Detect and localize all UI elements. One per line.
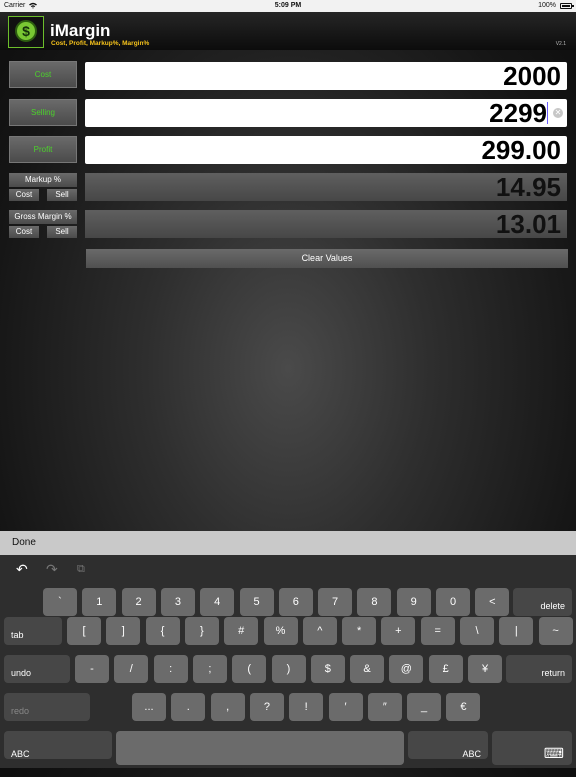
redo-key[interactable]: redo	[4, 693, 90, 721]
key[interactable]: 0	[436, 588, 470, 616]
abc-key-left[interactable]: ABC	[4, 731, 112, 759]
key[interactable]: |	[499, 617, 534, 645]
abc-key-right[interactable]: ABC	[408, 731, 488, 759]
markup-group: Markup % Cost Sell	[9, 173, 77, 203]
profit-button[interactable]: Profit	[9, 136, 77, 163]
selling-field-value: 2299	[489, 98, 547, 128]
app-logo: $	[8, 16, 44, 48]
key[interactable]: !	[289, 693, 324, 721]
space-key[interactable]	[116, 731, 404, 765]
key[interactable]: ′	[328, 693, 363, 721]
hide-keyboard-icon[interactable]: ⌨	[492, 731, 572, 765]
undo-icon[interactable]: ↶	[16, 561, 28, 578]
selling-field[interactable]: 2299 ✕	[85, 99, 567, 127]
status-bar: Carrier 5:09 PM 100%	[0, 0, 576, 12]
markup-sell-button[interactable]: Sell	[47, 189, 77, 201]
key[interactable]: @	[389, 655, 424, 683]
dollar-icon: $	[15, 20, 37, 42]
key[interactable]: /	[114, 655, 149, 683]
markup-label: Markup %	[9, 173, 77, 187]
key[interactable]: <	[475, 588, 510, 616]
clear-text-icon[interactable]: ✕	[553, 108, 563, 118]
markup-result: 14.95	[85, 173, 567, 201]
key[interactable]: $	[310, 655, 345, 683]
key[interactable]: ^	[302, 617, 337, 645]
key[interactable]: 5	[239, 588, 274, 616]
key[interactable]: €	[446, 693, 481, 721]
key[interactable]: 1	[82, 588, 117, 616]
key[interactable]: (	[232, 655, 267, 683]
cost-field[interactable]: 2000	[85, 62, 567, 90]
key[interactable]: )	[271, 655, 306, 683]
keyboard: ↶ ↷ ⧉ `1234567890<> delete tab []{}#%^*+…	[0, 555, 576, 768]
key[interactable]: &	[350, 655, 385, 683]
clear-values-button[interactable]: Clear Values	[86, 249, 568, 268]
app-header: $ iMargin Cost, Profit, Markup%, Margin%…	[0, 12, 576, 50]
key[interactable]: ?	[249, 693, 284, 721]
key[interactable]: :	[153, 655, 188, 683]
key[interactable]: ,	[210, 693, 245, 721]
undo-key[interactable]: undo	[4, 655, 70, 683]
delete-key[interactable]: delete	[513, 588, 572, 616]
gross-margin-label: Gross Margin %	[9, 210, 77, 224]
key[interactable]: +	[381, 617, 416, 645]
key[interactable]: =	[420, 617, 455, 645]
tab-key[interactable]: tab	[4, 617, 62, 645]
gross-margin-group: Gross Margin % Cost Sell	[9, 210, 77, 240]
key[interactable]: .	[171, 693, 206, 721]
keyboard-toolbar: ↶ ↷ ⧉	[0, 555, 576, 585]
clock: 5:09 PM	[274, 2, 302, 9]
key[interactable]: ~	[538, 617, 573, 645]
margin-sell-button[interactable]: Sell	[47, 226, 77, 238]
key[interactable]: 9	[396, 588, 431, 616]
key[interactable]: 8	[357, 588, 392, 616]
key[interactable]: 6	[278, 588, 313, 616]
key[interactable]: -	[75, 655, 109, 683]
key[interactable]: 7	[318, 588, 353, 616]
text-cursor	[547, 102, 548, 124]
key[interactable]: ¥	[468, 655, 502, 683]
key[interactable]: \	[460, 617, 494, 645]
key[interactable]: }	[184, 617, 219, 645]
key[interactable]: {	[145, 617, 180, 645]
key[interactable]: 3	[160, 588, 195, 616]
return-key[interactable]: return	[506, 655, 572, 683]
redo-icon[interactable]: ↷	[46, 561, 58, 578]
key[interactable]: #	[224, 617, 259, 645]
key[interactable]: ...	[132, 693, 166, 721]
key[interactable]: *	[342, 617, 377, 645]
profit-field[interactable]: 299.00	[85, 136, 567, 164]
key[interactable]: [	[67, 617, 101, 645]
margin-result: 13.01	[85, 210, 567, 238]
cost-button[interactable]: Cost	[9, 61, 77, 88]
key[interactable]: `	[43, 588, 77, 616]
battery-percent: 100%	[538, 2, 556, 9]
keyboard-accessory-bar: Done	[0, 531, 576, 555]
key[interactable]: 4	[200, 588, 235, 616]
app-subtitle: Cost, Profit, Markup%, Margin%	[51, 40, 150, 47]
key[interactable]: ;	[192, 655, 227, 683]
margin-cost-button[interactable]: Cost	[9, 226, 39, 238]
battery-icon	[560, 3, 574, 9]
key[interactable]: 2	[121, 588, 156, 616]
app-title: iMargin	[50, 21, 111, 40]
app-version: V2.1	[555, 41, 566, 47]
markup-cost-button[interactable]: Cost	[9, 189, 39, 201]
done-button[interactable]: Done	[12, 537, 36, 548]
key[interactable]: £	[428, 655, 463, 683]
paste-icon[interactable]: ⧉	[77, 563, 85, 576]
selling-button[interactable]: Selling	[9, 99, 77, 126]
key[interactable]: _	[407, 693, 442, 721]
key[interactable]: ]	[106, 617, 141, 645]
key[interactable]: ″	[367, 693, 402, 721]
key[interactable]: %	[263, 617, 298, 645]
